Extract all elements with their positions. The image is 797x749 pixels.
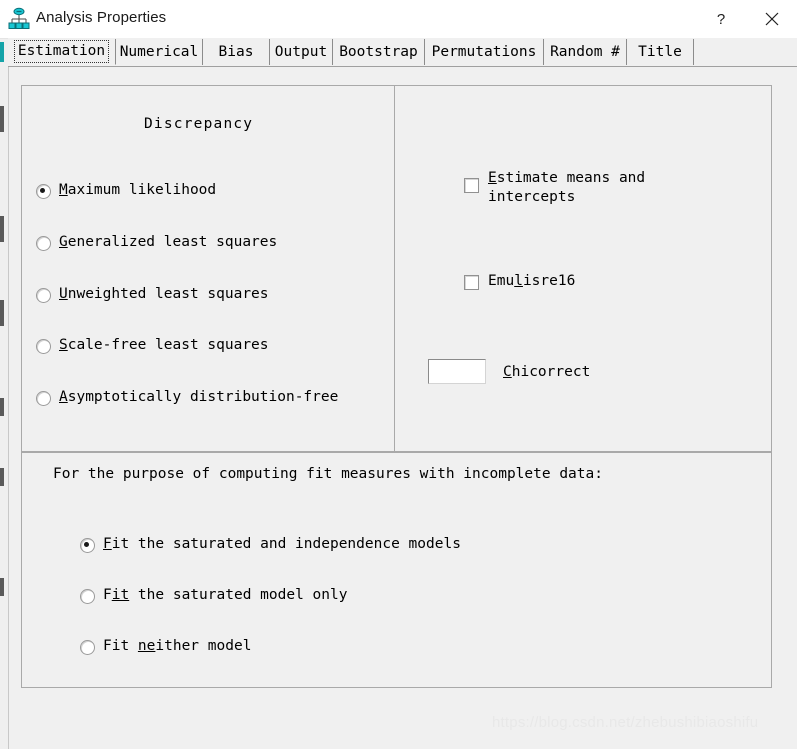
radio-discrepancy-3[interactable]: Scale-free least squares bbox=[36, 336, 269, 354]
checkbox-label: Estimate means and intercepts bbox=[488, 170, 646, 205]
radio-indicator[interactable] bbox=[36, 236, 51, 251]
window-title: Analysis Properties bbox=[36, 9, 167, 26]
watermark: https://blog.csdn.net/zhebushibiaoshifu bbox=[492, 714, 759, 731]
radio-fit-0[interactable]: Fit the saturated and independence model… bbox=[80, 535, 461, 553]
radio-indicator[interactable] bbox=[36, 288, 51, 303]
radio-indicator[interactable] bbox=[36, 339, 51, 354]
tab-label: Bootstrap bbox=[339, 44, 418, 60]
radio-label: Fit the saturated model only bbox=[103, 587, 348, 603]
radio-label: Asymptotically distribution-free bbox=[59, 389, 339, 405]
tab-label: Bias bbox=[218, 44, 254, 60]
radio-discrepancy-0[interactable]: Maximum likelihood bbox=[36, 181, 216, 199]
tab-label: Output bbox=[274, 44, 328, 60]
radio-fit-1[interactable]: Fit the saturated model only bbox=[80, 586, 347, 604]
help-button[interactable]: ? bbox=[698, 0, 744, 38]
radio-indicator[interactable] bbox=[36, 391, 51, 406]
background-window-strip bbox=[0, 38, 9, 749]
tab-estimation[interactable]: Estimation bbox=[8, 39, 116, 65]
radio-label: Maximum likelihood bbox=[59, 182, 217, 198]
chicorrect-input[interactable] bbox=[428, 359, 486, 384]
tab-bias[interactable]: Bias bbox=[203, 39, 270, 65]
radio-fit-2[interactable]: Fit neither model bbox=[80, 637, 251, 655]
checkbox-option-0[interactable]: Estimate means and intercepts bbox=[464, 169, 645, 207]
chicorrect-row: Chicorrect bbox=[428, 359, 590, 384]
estimation-top-panel: Discrepancy Maximum likelihood Generalize… bbox=[21, 85, 772, 452]
panel-divider bbox=[394, 86, 395, 451]
checkbox-indicator[interactable] bbox=[464, 178, 479, 193]
close-button[interactable] bbox=[749, 0, 795, 38]
radio-discrepancy-4[interactable]: Asymptotically distribution-free bbox=[36, 388, 338, 406]
tab-label: Random # bbox=[550, 44, 620, 60]
radio-label: Unweighted least squares bbox=[59, 286, 269, 302]
title-bar: Analysis Properties ? bbox=[0, 0, 797, 39]
radio-discrepancy-2[interactable]: Unweighted least squares bbox=[36, 285, 269, 303]
radio-label: Fit the saturated and independence model… bbox=[103, 536, 461, 552]
tab-strip: Estimation Numerical Bias Output Bootstrap Pe… bbox=[8, 38, 797, 67]
fit-measures-panel: For the purpose of computing fit measure… bbox=[21, 452, 772, 688]
chicorrect-label: Chicorrect bbox=[503, 363, 591, 380]
radio-indicator[interactable] bbox=[36, 184, 51, 199]
path-diagram-icon bbox=[7, 7, 31, 31]
tab-random[interactable]: Random # bbox=[544, 39, 627, 65]
tab-label: Numerical bbox=[119, 44, 199, 60]
tab-permutations[interactable]: Permutations bbox=[425, 39, 544, 65]
fit-measures-note: For the purpose of computing fit measure… bbox=[53, 466, 603, 482]
radio-label: Generalized least squares bbox=[59, 234, 278, 250]
discrepancy-group-title: Discrepancy bbox=[144, 116, 254, 132]
tab-bootstrap[interactable]: Bootstrap bbox=[333, 39, 425, 65]
tab-label: Estimation bbox=[13, 40, 110, 63]
tab-title[interactable]: Title bbox=[627, 39, 694, 65]
close-icon bbox=[765, 12, 779, 26]
analysis-properties-window: Analysis Properties ? Estimation Numerica… bbox=[0, 0, 797, 749]
tab-numerical[interactable]: Numerical bbox=[116, 39, 203, 65]
radio-label: Fit neither model bbox=[103, 638, 252, 654]
radio-label: Scale-free least squares bbox=[59, 337, 269, 353]
checkbox-label: Emulisre16 bbox=[488, 273, 576, 289]
tab-label: Title bbox=[638, 44, 682, 60]
radio-indicator[interactable] bbox=[80, 589, 95, 604]
checkbox-indicator[interactable] bbox=[464, 275, 479, 290]
radio-indicator[interactable] bbox=[80, 640, 95, 655]
radio-discrepancy-1[interactable]: Generalized least squares bbox=[36, 233, 277, 251]
radio-indicator[interactable] bbox=[80, 538, 95, 553]
tab-label: Permutations bbox=[431, 44, 537, 60]
checkbox-option-1[interactable]: Emulisre16 bbox=[464, 272, 575, 291]
tab-output[interactable]: Output bbox=[270, 39, 333, 65]
